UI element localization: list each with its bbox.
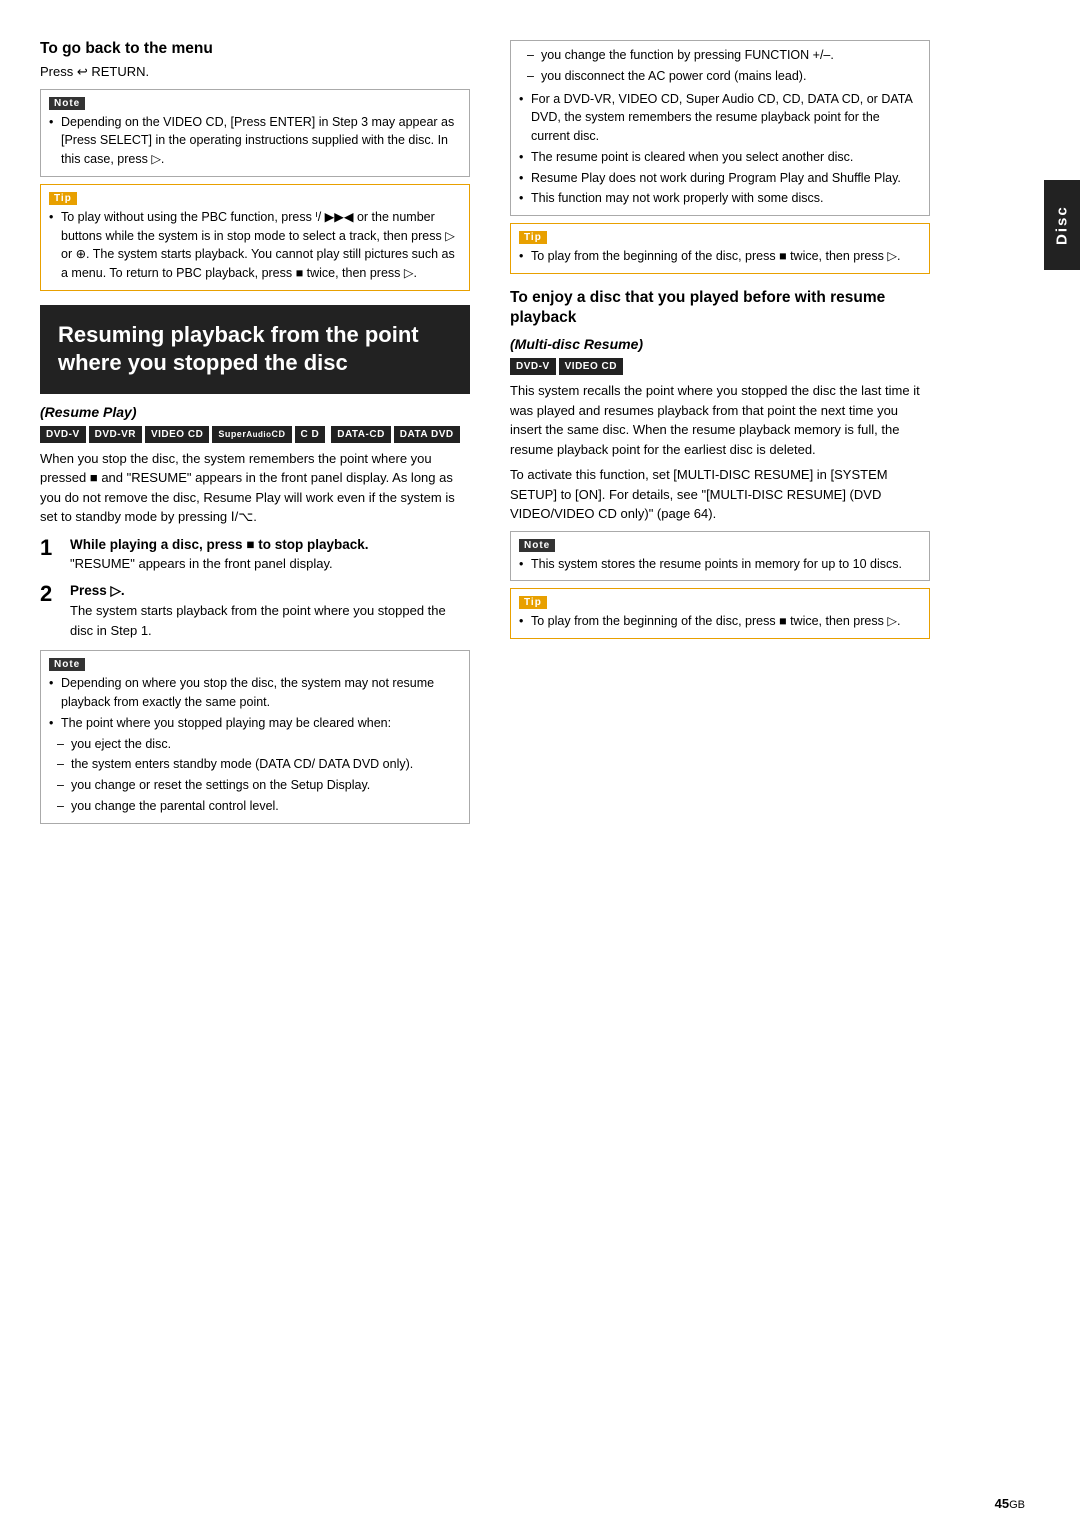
badge-row-resume: DVD-V DVD-VR VIDEO CD SuperAudioCD C D D… <box>40 426 470 443</box>
main-heading-block: Resuming playback from the point where y… <box>40 305 470 394</box>
step-1-row: 1 While playing a disc, press ■ to stop … <box>40 537 470 574</box>
dash-right-0: you change the function by pressing FUNC… <box>527 46 921 65</box>
badge-dvd-vr: DVD-VR <box>89 426 142 443</box>
note-s2-item-0: This system stores the resume points in … <box>519 555 921 574</box>
section2-body1: This system recalls the point where you … <box>510 381 930 459</box>
section2-italic-title: (Multi-disc Resume) <box>510 336 930 352</box>
bullet-cont-0: For a DVD-VR, VIDEO CD, Super Audio CD, … <box>519 90 921 146</box>
note-list-1: Depending on the VIDEO CD, [Press ENTER]… <box>49 113 461 169</box>
section-multi-disc: To enjoy a disc that you played before w… <box>510 288 930 639</box>
badge-data-dvd: DATA DVD <box>394 426 460 443</box>
page-number: 45GB <box>995 1496 1025 1511</box>
dash-list-right-cont: you change the function by pressing FUNC… <box>527 46 921 86</box>
dash-list-left: you eject the disc. the system enters st… <box>57 735 461 816</box>
resume-body: When you stop the disc, the system remem… <box>40 449 470 527</box>
dash-right-1: you disconnect the AC power cord (mains … <box>527 67 921 86</box>
badge-row-section2: DVD-V VIDEO CD <box>510 358 930 375</box>
section-go-back-menu: To go back to the menu Press ↩ RETURN. N… <box>40 40 470 291</box>
tip-box-1: Tip To play without using the PBC functi… <box>40 184 470 291</box>
step-1-title: While playing a disc, press ■ to stop pl… <box>70 537 470 552</box>
tip-list-section2: To play from the beginning of the disc, … <box>519 612 921 631</box>
tip-label-1: Tip <box>49 192 77 205</box>
tip-s2-item-0: To play from the beginning of the disc, … <box>519 612 921 631</box>
note2-item-0: Depending on where you stop the disc, th… <box>49 674 461 712</box>
tip-box-right-1: Tip To play from the beginning of the di… <box>510 223 930 274</box>
dash-left-2: you change or reset the settings on the … <box>57 776 461 795</box>
disc-side-tab: Disc <box>1044 180 1080 270</box>
section-title-go-back: To go back to the menu <box>40 40 470 58</box>
dash-left-1: the system enters standby mode (DATA CD/… <box>57 755 461 774</box>
badge-s2-dvd-v: DVD-V <box>510 358 556 375</box>
press-return-line: Press ↩ RETURN. <box>40 62 470 82</box>
dash-left-3: you change the parental control level. <box>57 797 461 816</box>
step-2-body: The system starts playback from the poin… <box>70 601 470 640</box>
page-container: To go back to the menu Press ↩ RETURN. N… <box>0 0 1080 1529</box>
dash-left-0: you eject the disc. <box>57 735 461 754</box>
bullets-cont: For a DVD-VR, VIDEO CD, Super Audio CD, … <box>519 90 921 209</box>
main-heading-text: Resuming playback from the point where y… <box>58 321 452 378</box>
right-column: you change the function by pressing FUNC… <box>490 30 980 1499</box>
badge-s2-video-cd: VIDEO CD <box>559 358 623 375</box>
note-list-2: Depending on where you stop the disc, th… <box>49 674 461 732</box>
step-1-content: While playing a disc, press ■ to stop pl… <box>70 537 470 574</box>
step-1-body: "RESUME" appears in the front panel disp… <box>70 554 470 574</box>
tip-label-section2: Tip <box>519 596 547 609</box>
note-box-cont: you change the function by pressing FUNC… <box>510 40 930 216</box>
left-column: To go back to the menu Press ↩ RETURN. N… <box>0 30 490 1499</box>
step-2-title: Press ▷. <box>70 583 470 599</box>
note-list-section2: This system stores the resume points in … <box>519 555 921 574</box>
note2-item-1: The point where you stopped playing may … <box>49 714 461 733</box>
section2-body2: To activate this function, set [MULTI-DI… <box>510 465 930 524</box>
note-label-section2: Note <box>519 539 555 552</box>
step-2-content: Press ▷. The system starts playback from… <box>70 583 470 640</box>
note-label-1: Note <box>49 97 85 110</box>
bullet-cont-2: Resume Play does not work during Program… <box>519 169 921 188</box>
note-box-2: Note Depending on where you stop the dis… <box>40 650 470 823</box>
resume-play-section: (Resume Play) DVD-V DVD-VR VIDEO CD Supe… <box>40 404 470 824</box>
badge-super-audio-cd: SuperAudioCD <box>212 426 291 443</box>
tip-list-right-1: To play from the beginning of the disc, … <box>519 247 921 266</box>
step-2-row: 2 Press ▷. The system starts playback fr… <box>40 583 470 640</box>
badge-dvd-v: DVD-V <box>40 426 86 443</box>
step-2-num: 2 <box>40 583 62 640</box>
section2-title: To enjoy a disc that you played before w… <box>510 288 930 328</box>
tip-right-1-item-0: To play from the beginning of the disc, … <box>519 247 921 266</box>
badge-data-cd: DATA-CD <box>331 426 391 443</box>
step-1-num: 1 <box>40 537 62 574</box>
resume-play-italic-title: (Resume Play) <box>40 404 470 420</box>
tip-item-1: To play without using the PBC function, … <box>49 208 461 283</box>
tip-list-1: To play without using the PBC function, … <box>49 208 461 283</box>
note-box-1: Note Depending on the VIDEO CD, [Press E… <box>40 89 470 177</box>
badge-cd: C D <box>295 426 326 443</box>
note-label-2: Note <box>49 658 85 671</box>
note-item-1: Depending on the VIDEO CD, [Press ENTER]… <box>49 113 461 169</box>
bullet-cont-1: The resume point is cleared when you sel… <box>519 148 921 167</box>
tip-box-section2: Tip To play from the beginning of the di… <box>510 588 930 639</box>
tip-label-right-1: Tip <box>519 231 547 244</box>
badge-video-cd: VIDEO CD <box>145 426 209 443</box>
bullet-cont-3: This function may not work properly with… <box>519 189 921 208</box>
note-box-section2: Note This system stores the resume point… <box>510 531 930 582</box>
